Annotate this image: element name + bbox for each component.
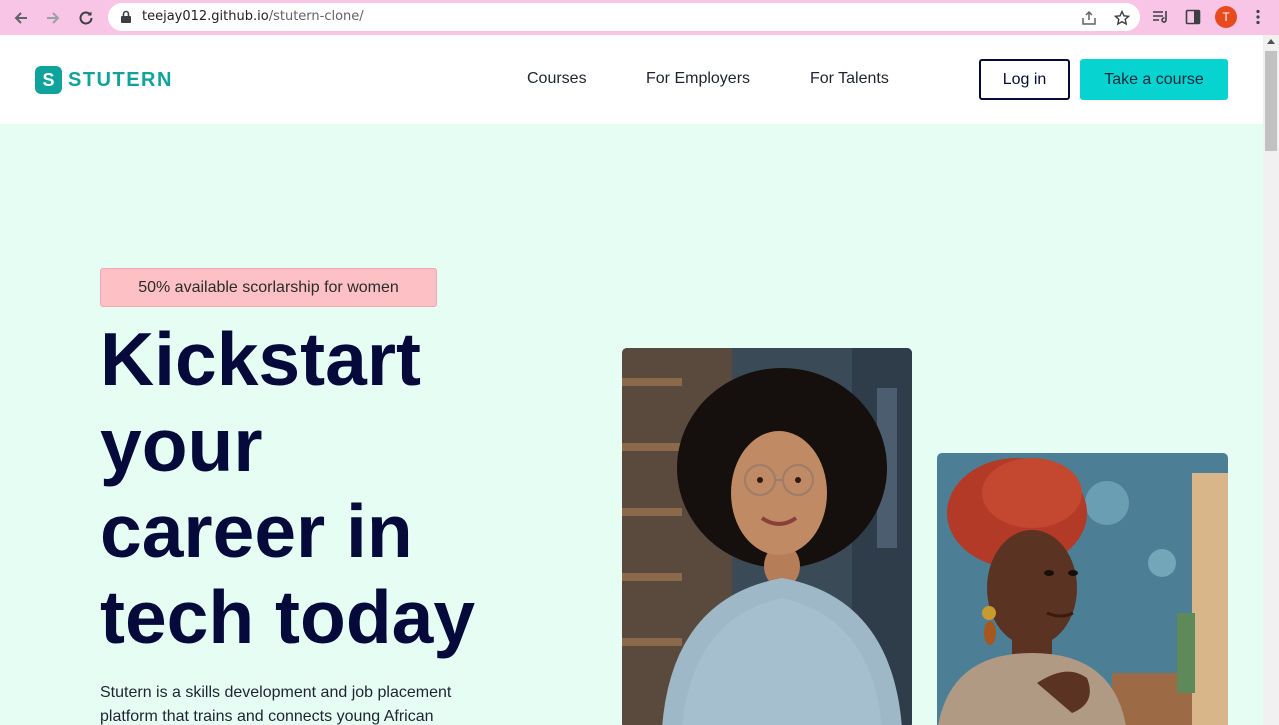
share-icon[interactable] [1080, 9, 1098, 27]
hero-title-line: Kickstart [100, 317, 421, 401]
scrollbar-thumb[interactable] [1265, 51, 1277, 151]
logo-mark: S [35, 66, 62, 94]
professional-portrait-image [937, 453, 1228, 725]
browser-toolbar: teejay012.github.io/stutern-clone/ T [0, 0, 1279, 35]
forward-button[interactable] [41, 6, 65, 30]
hero-title-line: tech today [100, 575, 476, 659]
forward-arrow-icon [47, 12, 60, 24]
back-arrow-icon [14, 12, 27, 24]
login-button[interactable]: Log in [979, 59, 1070, 100]
reload-button[interactable] [74, 6, 98, 30]
lock-icon [121, 10, 131, 23]
scroll-up-arrow-icon[interactable] [1267, 39, 1275, 44]
url-host: teejay012.github.io [142, 9, 269, 24]
kebab-menu-icon[interactable] [1248, 7, 1268, 27]
stutern-logo[interactable]: S STUTERN [35, 66, 173, 94]
side-panel-icon[interactable] [1183, 7, 1203, 27]
hero-description: Stutern is a skills development and job … [100, 684, 452, 725]
student-portrait-image [622, 348, 912, 725]
hero-photo-professional [937, 453, 1228, 725]
logo-text: STUTERN [68, 68, 173, 91]
site-header: S STUTERN Courses For Employers For Tale… [0, 35, 1263, 124]
nav-for-employers[interactable]: For Employers [646, 70, 750, 88]
take-a-course-button[interactable]: Take a course [1080, 59, 1228, 100]
nav-courses[interactable]: Courses [527, 70, 587, 88]
hero-title-line: career in [100, 489, 413, 573]
back-button[interactable] [9, 6, 33, 30]
hero-title: Kickstart your career in tech today [100, 316, 560, 660]
reading-list-icon[interactable] [1151, 7, 1171, 27]
url-text: teejay012.github.io/stutern-clone/ [142, 9, 364, 24]
reload-icon [79, 11, 93, 25]
hero-photo-student [622, 348, 912, 725]
profile-avatar[interactable]: T [1215, 6, 1237, 28]
address-bar[interactable]: teejay012.github.io/stutern-clone/ [108, 3, 1140, 31]
page-scrollbar[interactable] [1263, 35, 1279, 725]
hero-title-line: your [100, 403, 263, 487]
bookmark-star-icon[interactable] [1113, 9, 1131, 27]
nav-for-talents[interactable]: For Talents [810, 70, 889, 88]
url-path: /stutern-clone/ [268, 9, 364, 24]
scholarship-badge: 50% available scorlarship for women [100, 268, 437, 307]
